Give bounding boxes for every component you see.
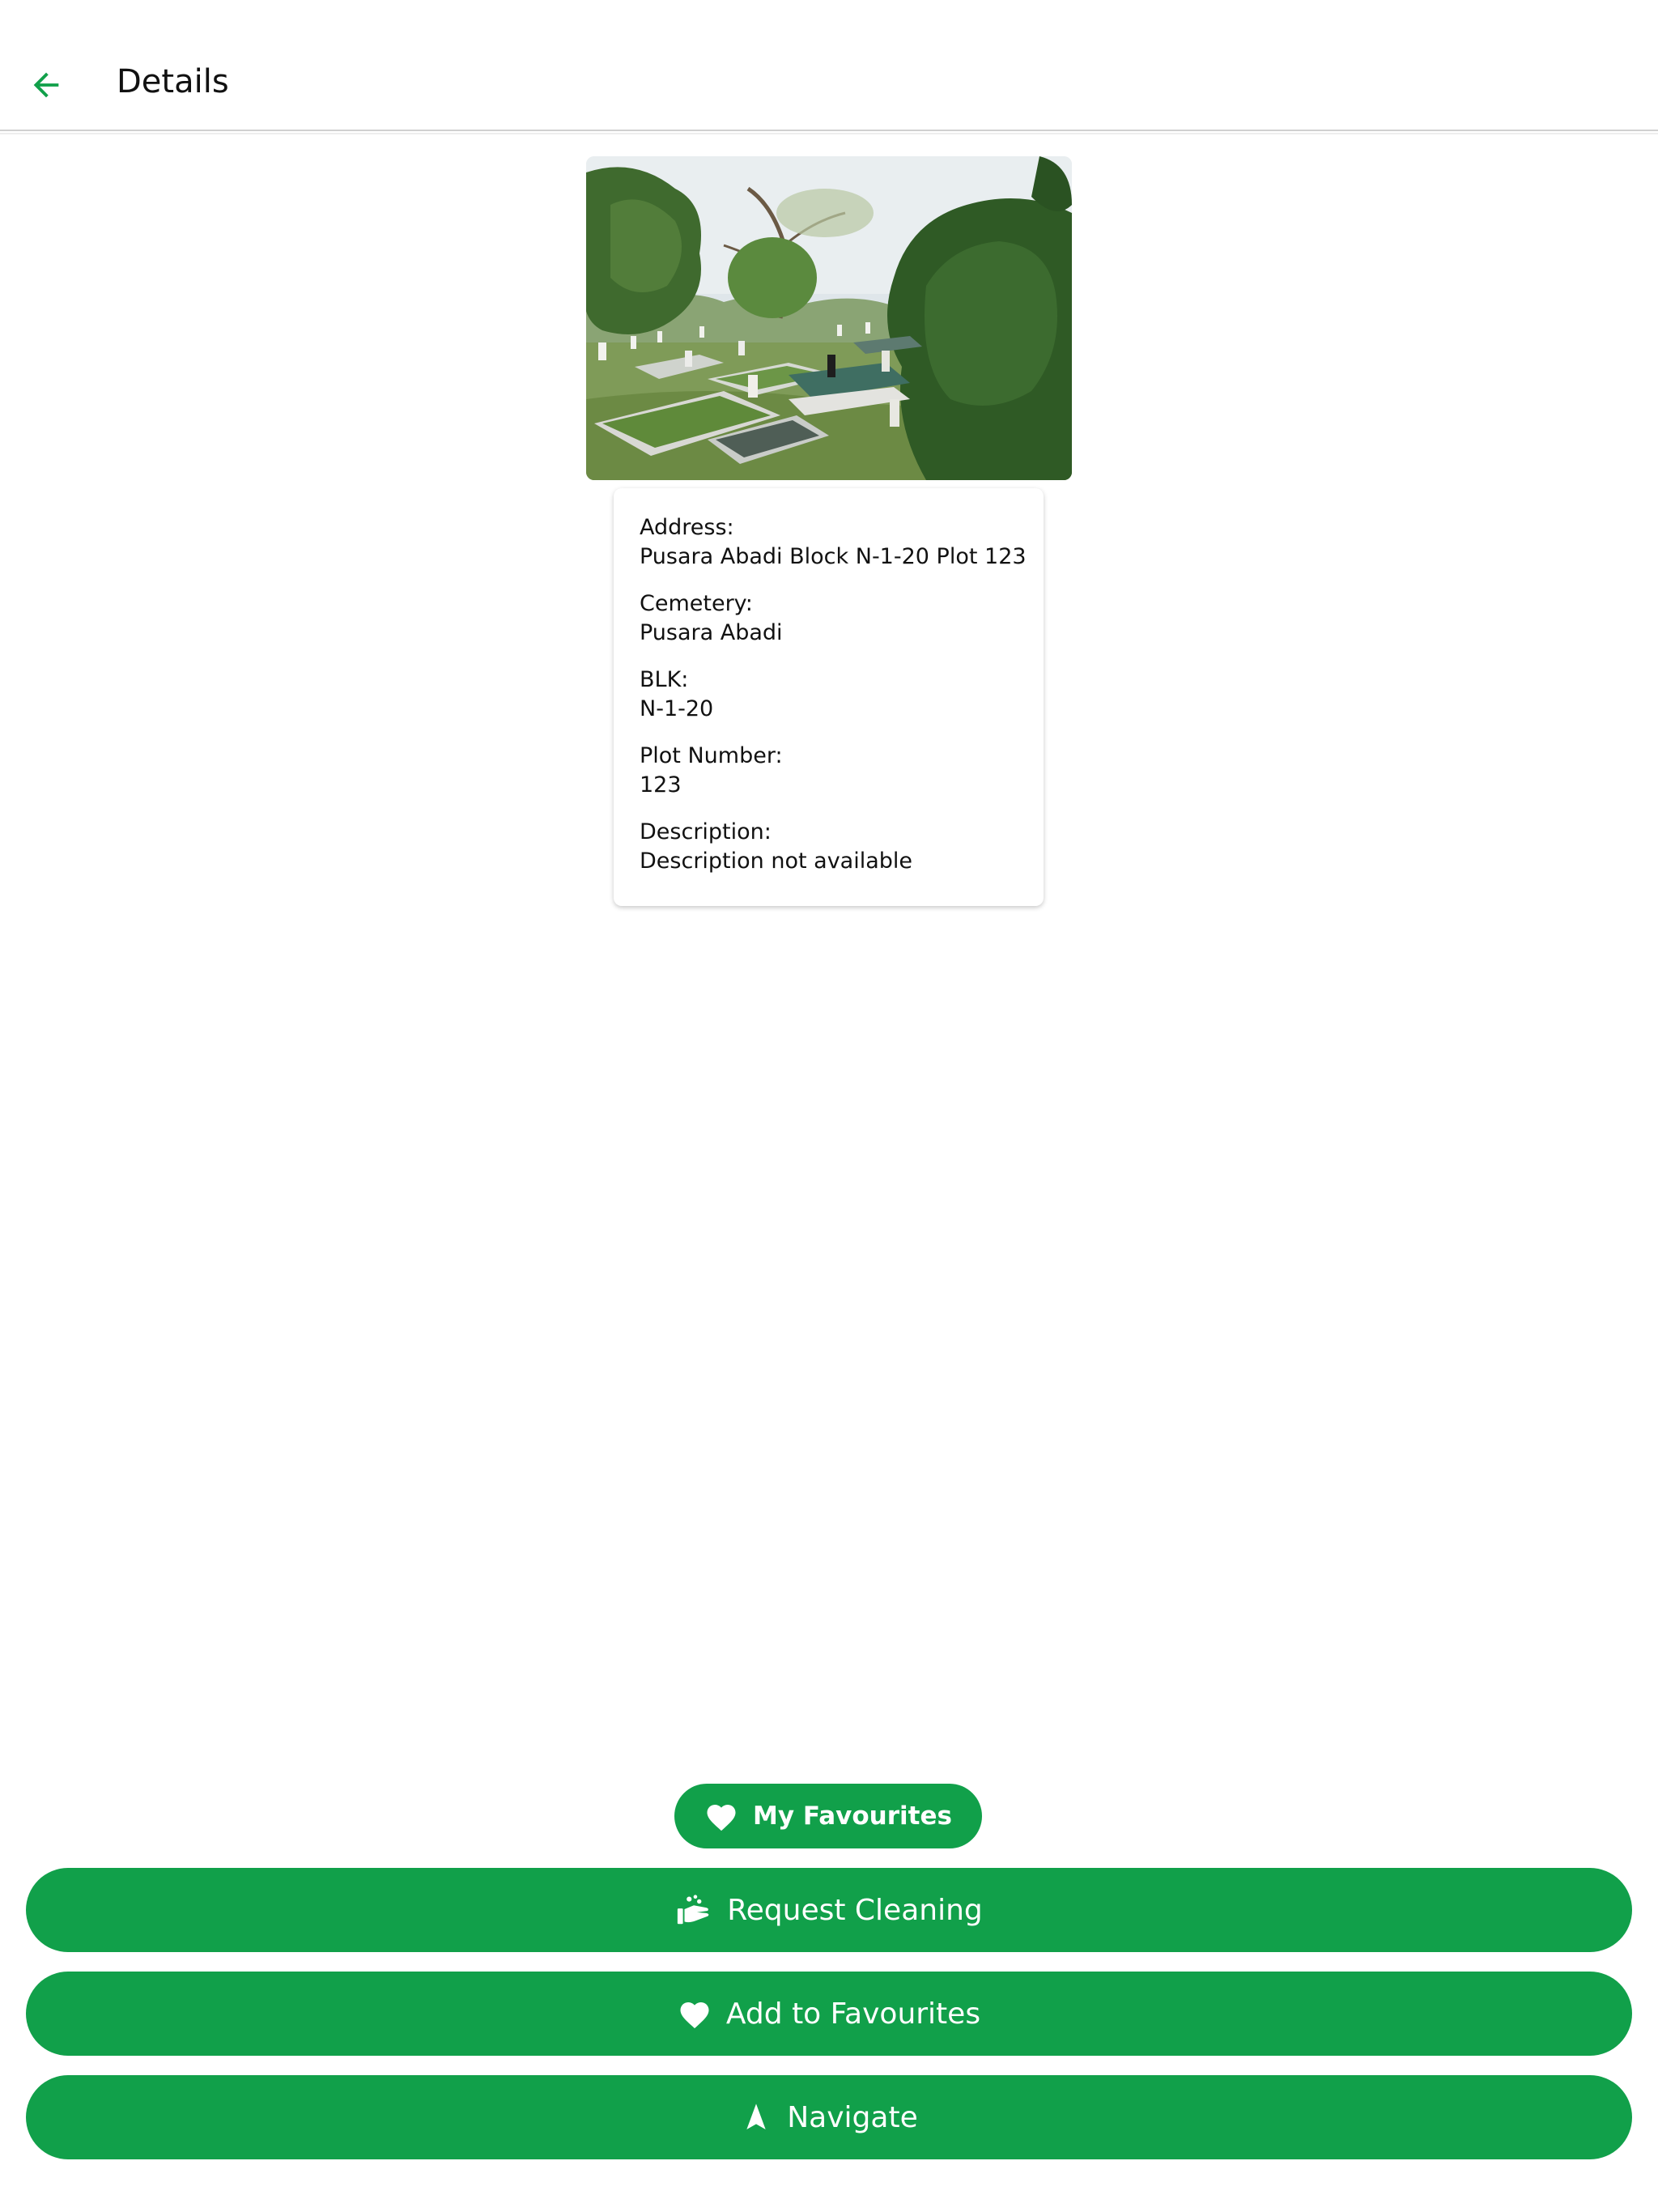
description-label: Description: xyxy=(640,819,772,844)
cemetery-field: Cemetery: Pusara Abadi xyxy=(640,589,1044,648)
plot-number-label: Plot Number: xyxy=(640,743,783,768)
cemetery-photo xyxy=(586,156,1072,480)
add-to-favourites-button[interactable]: Add to Favourites xyxy=(26,1972,1632,2056)
plot-number-field: Plot Number: 123 xyxy=(640,742,1044,800)
address-field: Address: Pusara Abadi Block N-1-20 Plot … xyxy=(640,513,1044,572)
cemetery-label: Cemetery: xyxy=(640,591,753,616)
page-title: Details xyxy=(117,63,229,100)
details-screen: Details Address: Pusara Abadi Block N-1-… xyxy=(0,0,1658,2212)
address-label: Address: xyxy=(640,515,734,540)
arrow-left-icon xyxy=(28,66,65,104)
blk-field: BLK: N-1-20 xyxy=(640,666,1044,724)
blk-value: N-1-20 xyxy=(640,696,714,721)
navigate-button[interactable]: Navigate xyxy=(26,2075,1632,2159)
back-button[interactable] xyxy=(18,57,74,113)
address-value: Pusara Abadi Block N-1-20 Plot 123 xyxy=(640,544,1027,569)
plot-number-value: 123 xyxy=(640,772,682,798)
cleaning-hand-icon xyxy=(675,1891,712,1929)
description-value: Description not available xyxy=(640,849,913,874)
description-field: Description: Description not available xyxy=(640,818,1044,876)
navigate-label: Navigate xyxy=(787,2100,918,2134)
request-cleaning-label: Request Cleaning xyxy=(727,1893,983,1927)
cemetery-value: Pusara Abadi xyxy=(640,620,783,645)
heart-icon xyxy=(678,1997,712,2030)
add-to-favourites-label: Add to Favourites xyxy=(725,1997,981,2031)
blk-label: BLK: xyxy=(640,667,689,692)
my-favourites-button[interactable]: My Favourites xyxy=(674,1784,982,1848)
my-favourites-label: My Favourites xyxy=(753,1802,952,1831)
app-bar-divider xyxy=(0,133,1658,144)
app-bar: Details xyxy=(0,0,1658,131)
heart-icon xyxy=(704,1800,738,1832)
details-card: Address: Pusara Abadi Block N-1-20 Plot … xyxy=(614,488,1044,906)
request-cleaning-button[interactable]: Request Cleaning xyxy=(26,1868,1632,1952)
navigation-arrow-icon xyxy=(740,2100,772,2134)
